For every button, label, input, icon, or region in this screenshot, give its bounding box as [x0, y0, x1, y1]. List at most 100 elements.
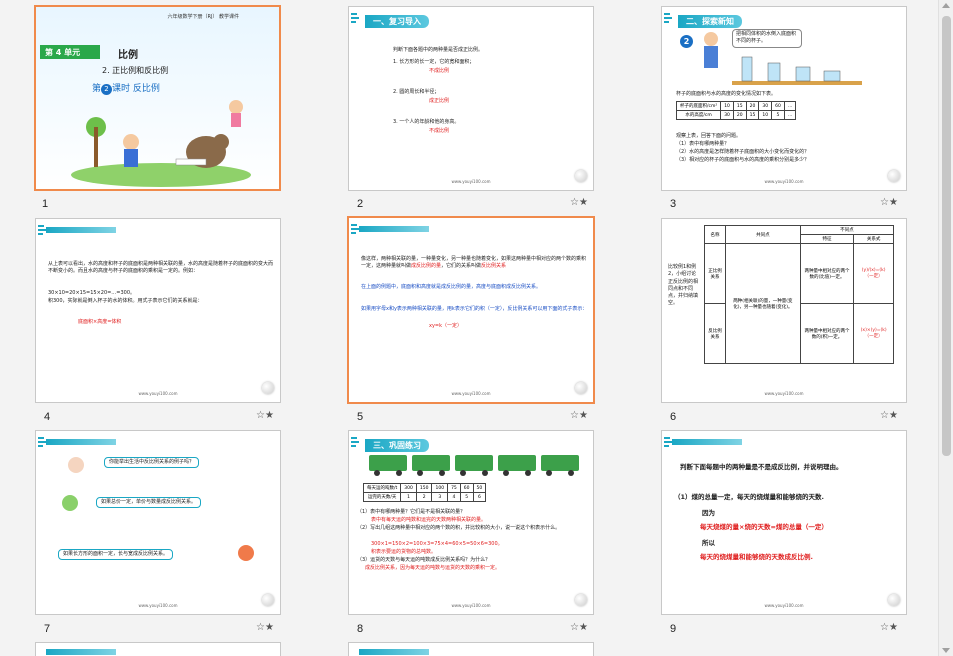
slide-number-7: 7: [44, 623, 51, 635]
slide5-topbar: [359, 226, 429, 232]
slide4-topbar: [46, 227, 116, 233]
slide2-title: 一、复习导入: [365, 15, 429, 28]
slide3-cups-icon: [732, 56, 862, 85]
slide-thumbnail-9[interactable]: 判断下面每题中的两种量是不是成反比例，并说明理由。 （1）煤的总量一定，每天的烧…: [661, 430, 907, 615]
slide3-badge: 2: [680, 35, 693, 48]
animation-star-icon[interactable]: ☆★: [880, 197, 898, 208]
slide2-q2: 2. 圆的周长和半径；: [393, 89, 440, 95]
slide5-p3: 如果用字母x和y表示两种相关联的量，用k表示它们的积（一定），反比例关系可以用下…: [361, 306, 588, 312]
slide4-para: 从上表可以看出，水的高度和杯子的底面积是两种相关联的量，水的高度是随着杯子的底面…: [48, 261, 274, 275]
slide7-topbar: [46, 439, 116, 445]
slide9-head: 判断下面每题中的两种量是不是成反比例，并说明理由。: [680, 463, 843, 471]
slide2-url: www.youyi100.com: [451, 179, 491, 184]
slide3-corner-ball: [888, 170, 900, 182]
slide-number-9: 9: [670, 623, 677, 635]
vertical-scrollbar[interactable]: [938, 0, 953, 656]
slide-thumbnail-6[interactable]: 比较例1和例2，小组讨论正反比例的相同点和不同点，并归纳填空。 名称 共同点 不…: [661, 218, 907, 403]
slide1-unit: 第 4 单元: [40, 45, 100, 59]
slide-thumbnail-5[interactable]: 像这样，两种相关联的量，一种量变化，另一种量也随着变化，如果这两种量中相对应的两…: [347, 216, 595, 404]
slide9-because: 因为: [702, 509, 715, 517]
slide8-trucks-icon: [369, 455, 579, 476]
slide3-title: 二、探索新知: [678, 15, 742, 28]
slide3-table: 杯子的底面积/cm² 10 15 20 30 60… 水的高度/cm 30 20 15 10 5…: [675, 101, 797, 120]
slide3-url: www.youyi100.com: [764, 179, 804, 184]
slide9-so: 所以: [702, 539, 715, 547]
slide7-child-avatar: [62, 495, 78, 511]
slide-number-4: 4: [44, 411, 51, 423]
scroll-down-icon[interactable]: [942, 648, 950, 653]
animation-star-icon[interactable]: ☆★: [256, 622, 274, 633]
slide-thumbnail-4[interactable]: 从上表可以看出，水的高度和杯子的底面积是两种相关联的量，水的高度是随着杯子的底面…: [35, 218, 281, 403]
slide-thumbnail-11[interactable]: [348, 642, 594, 656]
slide-thumbnail-1[interactable]: 六年级数学下册（RJ） 教学课件 第 4 单元 比例 2. 正比例和反比例 第2…: [34, 5, 281, 191]
slide5-formula: xy=k（一定）: [429, 323, 463, 329]
slide-thumbnail-3[interactable]: 二、探索新知 2 把相同体积的水倒入底面积不同的杯子。 杯子的底面积与水的高度的…: [661, 6, 907, 191]
slide8-corner-ball: [575, 594, 587, 606]
slide2-a1: 不成比例: [429, 68, 450, 74]
slide3-decor: [664, 13, 672, 25]
slide-thumbnail-8[interactable]: 三、巩固练习 每天运的吨数/t 300 150 100 75 60 50 运完的天数/天 1 2…: [348, 430, 594, 615]
slide5-p1: 像这样，两种相关联的量，一种量变化，另一种量也随着变化，如果这两种量中相对应的两…: [361, 256, 587, 270]
slide7-url: www.youyi100.com: [138, 603, 178, 608]
slide4-calc: 30×10=20×15=15×20=…=300。: [48, 290, 136, 296]
slide7-decor: [38, 437, 46, 449]
slide5-corner-ball: [575, 382, 587, 394]
slide3-lead: 观察上表，回答下面的问题。: [676, 133, 742, 139]
slide3-caption: 杯子的底面积与水的高度的变化情况如下表。: [676, 91, 777, 97]
slide-number-5: 5: [357, 411, 364, 423]
slide8-decor: [351, 437, 359, 449]
table-row: 水的高度/cm 30 20 15 10 5…: [675, 110, 797, 120]
slide2-a3: 不成比例: [429, 128, 450, 134]
slide1-header: 六年级数学下册（RJ）: [167, 14, 218, 20]
animation-star-icon[interactable]: ☆★: [570, 197, 588, 208]
table-row: 杯子的底面积/cm² 10 15 20 30 60…: [675, 101, 797, 111]
slide11-topbar: [359, 649, 429, 655]
slide2-a2: 成正比例: [429, 98, 450, 104]
slide4-url: www.youyi100.com: [138, 391, 178, 396]
slide9-url: www.youyi100.com: [764, 603, 804, 608]
slide8-q3: （3）运货的天数与每天运的吨数成反比例关系吗？为什么？: [357, 557, 491, 563]
slide8-a3: 成反比例关系，因为每天运的吨数与运货的天数的乘积一定。: [365, 565, 501, 571]
slide1-header2: 教学课件: [218, 14, 239, 20]
slide1-lesson: 2. 正比例和反比例: [102, 66, 169, 75]
animation-star-icon[interactable]: ☆★: [570, 410, 588, 421]
slide2-q1: 1. 长方形的长一定，它的宽和面积；: [393, 59, 475, 65]
slide6-table: 名称 共同点 不同点 特征 关系式 正比例关系 两种(相关联)的量，一种量(变化)…: [703, 225, 895, 364]
animation-star-icon[interactable]: ☆★: [880, 410, 898, 421]
slide-thumbnail-7[interactable]: 你能举出生活中反比例关系的例子吗？ 如果总价一定，单价与数量成反比例关系。 如果…: [35, 430, 281, 615]
slide-number-3: 3: [670, 198, 677, 210]
slide7-corner-ball: [262, 594, 274, 606]
slide4-para2: 积300，实际就是倒入杯子的水的体积。用式子表示它们的关系就是：: [48, 298, 203, 304]
animation-star-icon[interactable]: ☆★: [570, 622, 588, 633]
slide-number-1: 1: [42, 198, 49, 210]
slide-number-8: 8: [357, 623, 364, 635]
slide-number-2: 2: [357, 198, 364, 210]
animation-star-icon[interactable]: ☆★: [256, 410, 274, 421]
slide9-q: （1）煤的总量一定，每天的烧煤量和能够烧的天数.: [674, 493, 824, 501]
slide8-table: 每天运的吨数/t 300 150 100 75 60 50 运完的天数/天 1 2 3 4 5 6: [362, 483, 487, 502]
slide-thumbnail-10[interactable]: [35, 642, 281, 656]
slide5-p2: 在上面的例题中，底面积和高度就是成反比例的量，高度与底面积成反比例关系。: [361, 284, 542, 290]
slide-thumbnail-2[interactable]: 一、复习导入 判断下面各题中的两种量是否成正比例。 1. 长方形的长一定，它的宽…: [348, 6, 594, 191]
slide9-eq: 每天烧煤的量×烧的天数=煤的总量（一定）: [700, 523, 828, 531]
slide8-a2b: 积表示要运的货物的总吨数。: [371, 549, 437, 555]
slide3-question-3: （3）相对应的杯子的底面积与水的高度的乘积分别是多少？: [676, 157, 810, 163]
table-row: 运完的天数/天 1 2 3 4 5 6: [362, 492, 487, 502]
slide5-url: www.youyi100.com: [451, 391, 491, 396]
slide7-girl-avatar: [238, 545, 254, 561]
slide2-corner-ball: [575, 170, 587, 182]
scroll-up-icon[interactable]: [942, 3, 950, 8]
animation-star-icon[interactable]: ☆★: [880, 622, 898, 633]
table-row: 名称 共同点 不同点: [703, 225, 895, 244]
slide6-url: www.youyi100.com: [764, 391, 804, 396]
slide8-a1: 表中有每天运的吨数和运完的天数两种相关联的量。: [371, 517, 487, 523]
slide7-grandpa-avatar: [68, 457, 84, 473]
scrollbar-thumb[interactable]: [942, 16, 951, 456]
slide7-bubble-2: 如果总价一定，单价与数量成反比例关系。: [96, 497, 202, 509]
slide8-a2: 300×1=150×2=100×3=75×4=60×5=50×6=300。: [371, 541, 503, 547]
slide1-illustration: [71, 100, 251, 187]
table-row: 正比例关系 两种(相关联)的量，一种量(变化)，另一种量也随着(变化)。 两种量…: [703, 243, 894, 364]
slide8-q2: （2）写出几组这两种量中相对应的两个数的积，并比较积的大小，说一说这个积表示什么…: [357, 525, 561, 531]
slide9-concl: 每天的烧煤量和能够烧的天数成反比例.: [700, 553, 813, 561]
slide2-q3: 3. 一个人的年龄和他的身高。: [393, 119, 460, 125]
